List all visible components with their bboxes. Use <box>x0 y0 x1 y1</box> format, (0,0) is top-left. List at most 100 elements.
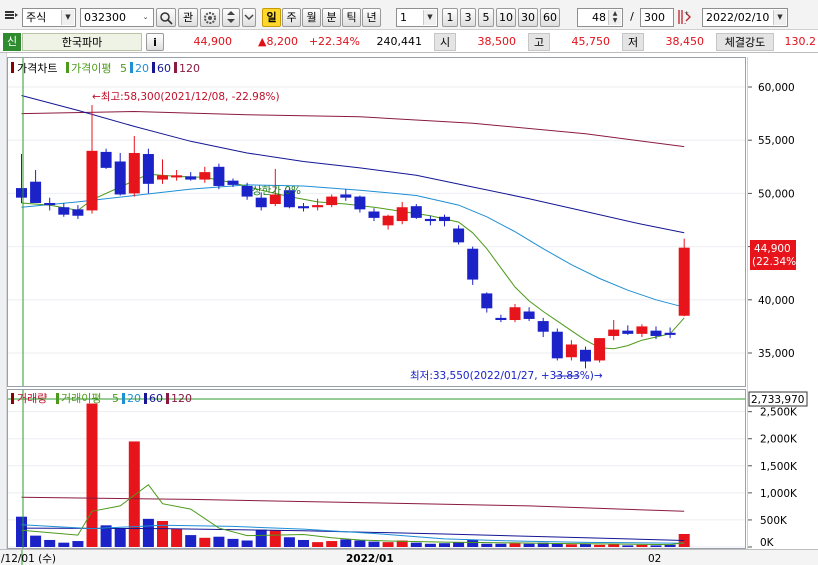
calendar-dropdown-icon: ▼ <box>773 10 786 25</box>
stock-code-value: 032300 <box>84 11 126 24</box>
watchlist-button[interactable]: 관 <box>178 8 198 27</box>
market-type-select[interactable]: 주식 ▼ <box>22 8 76 27</box>
legend-swatch <box>152 62 155 73</box>
strength-label: 체결강도 <box>716 33 774 51</box>
candle-body <box>439 216 450 222</box>
candle-body <box>424 218 436 222</box>
volume-bar <box>213 536 225 547</box>
volume-bar <box>171 529 183 547</box>
legend-ma120: 120 <box>179 62 200 75</box>
period-tab[interactable]: 틱 <box>342 8 361 27</box>
current-price-label: 44,900 <box>754 243 791 255</box>
interval-select[interactable]: 1 ▼ <box>396 8 438 27</box>
candle-body <box>86 150 98 211</box>
candle-body <box>213 166 225 186</box>
period-tab[interactable]: 분 <box>322 8 341 27</box>
price-moving-averages <box>21 95 685 350</box>
legend-swatch <box>174 62 177 73</box>
period-tab[interactable]: 월 <box>302 8 321 27</box>
candle-body <box>467 248 479 280</box>
interval-button[interactable]: 1 <box>442 8 458 27</box>
volume-bar <box>382 542 394 547</box>
total-count-input[interactable]: 300 <box>640 8 674 27</box>
volume-bar <box>453 542 465 547</box>
legend-ma60: 60 <box>149 392 163 405</box>
candle-body <box>410 206 422 218</box>
settings-button[interactable] <box>200 8 220 27</box>
volume-bar <box>227 538 239 547</box>
period-tab[interactable]: 년 <box>362 8 381 27</box>
y-tick-label: 1,000K <box>760 488 798 500</box>
candle-body <box>312 205 324 208</box>
zoom-adjust-button[interactable]: + - <box>676 8 696 27</box>
info-button[interactable]: i <box>146 33 164 51</box>
legend-swatch <box>66 62 69 73</box>
left-scroll-strip[interactable] <box>0 53 7 549</box>
volume-bar <box>72 541 84 547</box>
candle-body <box>128 152 140 194</box>
candle-body <box>453 228 465 243</box>
candle-body <box>594 338 606 361</box>
candle-body <box>114 161 126 195</box>
search-button[interactable] <box>156 8 176 27</box>
up-down-arrow-icon <box>227 11 235 23</box>
search-icon <box>160 12 173 25</box>
candle-body <box>142 154 154 184</box>
stock-code-input[interactable]: 032300 ⌄ <box>80 8 154 27</box>
legend-swatch <box>122 393 125 404</box>
x-label-start: /12/01 (수) <box>1 553 56 565</box>
legend-ma60: 60 <box>157 62 171 75</box>
volume-chart-panel[interactable]: 거래량 거래이평 5 20 60 120 <box>7 389 746 549</box>
candle-body <box>340 194 352 198</box>
period-tab[interactable]: 일 <box>262 8 281 27</box>
list-menu-icon[interactable] <box>4 8 18 27</box>
current-price-tag: 44,900 (22.34%) <box>750 240 800 270</box>
price-chart[interactable]: ←최고:58,300(2021/12/08, -22.98%) 상한가 0% 최… <box>8 58 745 386</box>
interval-button[interactable]: 10 <box>496 8 516 27</box>
interval-button[interactable]: 60 <box>540 8 560 27</box>
volume-bar <box>30 535 42 547</box>
date-picker[interactable]: 2022/02/10 ▼ <box>702 8 788 27</box>
candle-body <box>382 215 394 226</box>
candle-body <box>16 188 27 198</box>
volume-chart[interactable]: 거래량 거래이평 5 20 60 120 <box>8 390 745 548</box>
gear-icon <box>204 12 216 24</box>
price-legend: 가격차트 가격이평 5 20 60 120 <box>11 62 200 75</box>
volume-bar <box>128 441 140 547</box>
interval-button[interactable]: 5 <box>478 8 494 27</box>
volume-axis-ticks: 2,500K 2,000K 1,500K 1,000K 500K 0K <box>748 407 798 549</box>
interval-button[interactable]: 30 <box>518 8 538 27</box>
candle-body <box>481 293 493 309</box>
date-value: 2022/02/10 <box>706 11 770 24</box>
x-label-month2: 02 <box>648 553 661 565</box>
current-rate-label: (22.34%) <box>752 256 800 268</box>
current-price: 44,900 <box>193 35 233 48</box>
options-button[interactable] <box>242 8 256 27</box>
price-chart-panel[interactable]: ←최고:58,300(2021/12/08, -22.98%) 상한가 0% 최… <box>7 57 746 387</box>
stock-name[interactable]: 한국파마 <box>22 33 142 51</box>
candle-body <box>44 202 56 206</box>
low-label: 저 <box>622 33 644 51</box>
volume-bar <box>354 540 366 547</box>
current-volume-tag: 2,733,970 <box>748 391 808 407</box>
price-ma-title: 가격이평 <box>71 62 111 75</box>
legend-swatch <box>166 393 169 404</box>
y-tick-label: 2,500K <box>760 407 798 419</box>
chevron-down-icon <box>244 14 254 21</box>
legend-swatch <box>144 393 147 404</box>
candle-body <box>100 151 112 168</box>
candle-body <box>326 196 338 206</box>
date-axis[interactable]: /12/01 (수) 2022/01 02 <box>0 549 818 565</box>
legend-swatch <box>130 62 133 73</box>
period-tab[interactable]: 주 <box>282 8 301 27</box>
volume-ma120-line <box>21 496 685 512</box>
interval-button[interactable]: 3 <box>460 8 476 27</box>
volume-bar <box>565 544 577 547</box>
new-listing-tag: 신 <box>3 33 21 51</box>
spin-button[interactable] <box>222 8 240 27</box>
volume-bar <box>439 543 450 547</box>
candle-body <box>622 330 634 334</box>
display-count-input[interactable]: 48 ▲ ▼ <box>577 8 623 27</box>
volume-bar <box>16 516 27 547</box>
y-tick-label: 35,000 <box>758 348 795 360</box>
